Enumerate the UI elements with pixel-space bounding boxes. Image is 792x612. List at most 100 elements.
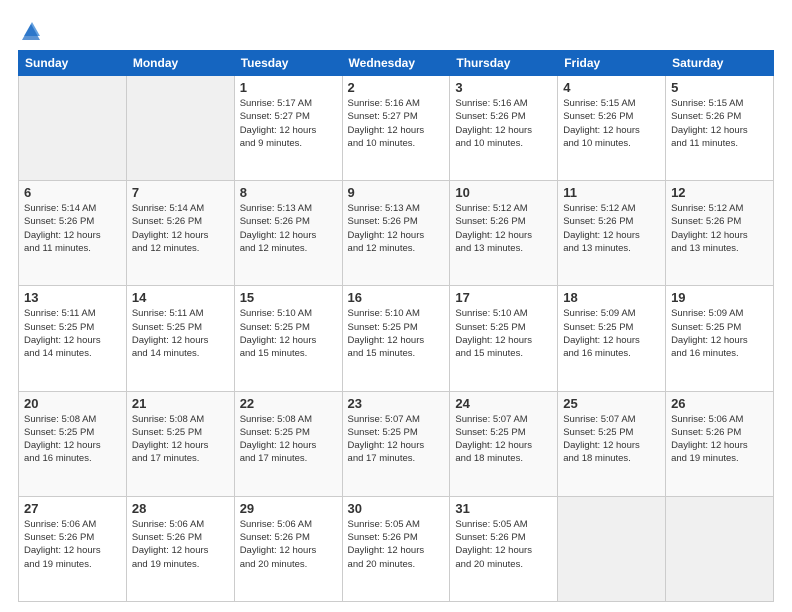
day-number: 20 [24,396,121,411]
day-number: 21 [132,396,229,411]
day-number: 30 [348,501,445,516]
day-number: 11 [563,185,660,200]
calendar-cell: 3 Sunrise: 5:16 AM Sunset: 5:26 PM Daylig… [450,76,558,181]
calendar-cell: 18 Sunrise: 5:09 AM Sunset: 5:25 PM Dayli… [558,286,666,391]
calendar-cell: 27Sunrise: 5:06 AM Sunset: 5:26 PM Dayli… [19,496,127,601]
day-info: Sunrise: 5:05 AM Sunset: 5:26 PM Dayligh… [348,518,445,571]
calendar-cell: 17Sunrise: 5:10 AM Sunset: 5:25 PM Dayli… [450,286,558,391]
calendar-cell: 20 Sunrise: 5:08 AM Sunset: 5:25 PM Dayli… [19,391,127,496]
day-info: Sunrise: 5:09 AM Sunset: 5:25 PM Dayligh… [671,307,768,360]
calendar-cell: 26 Sunrise: 5:06 AM Sunset: 5:26 PM Dayli… [666,391,774,496]
day-info: Sunrise: 5:14 AM Sunset: 5:26 PM Dayligh… [132,202,229,255]
day-number: 12 [671,185,768,200]
calendar-cell: 7 Sunrise: 5:14 AM Sunset: 5:26 PM Daylig… [126,181,234,286]
day-info: Sunrise: 5:07 AM Sunset: 5:25 PM Dayligh… [563,413,660,466]
calendar-cell: 23Sunrise: 5:07 AM Sunset: 5:25 PM Dayli… [342,391,450,496]
day-number: 5 [671,80,768,95]
calendar-cell: 5 Sunrise: 5:15 AM Sunset: 5:26 PM Daylig… [666,76,774,181]
day-info: Sunrise: 5:07 AM Sunset: 5:25 PM Dayligh… [455,413,552,466]
day-info: Sunrise: 5:13 AM Sunset: 5:26 PM Dayligh… [348,202,445,255]
day-number: 24 [455,396,552,411]
day-info: Sunrise: 5:06 AM Sunset: 5:26 PM Dayligh… [671,413,768,466]
day-info: Sunrise: 5:07 AM Sunset: 5:25 PM Dayligh… [348,413,445,466]
calendar-week-row: 27 Sunrise: 5:06 AM Sunset: 5:26 PM Dayli… [19,496,774,601]
day-number: 10 [455,185,552,200]
calendar-cell [558,496,666,601]
day-number: 1 [240,80,337,95]
day-info: Sunrise: 5:11 AM Sunset: 5:25 PM Dayligh… [132,307,229,360]
calendar-cell: 4 Sunrise: 5:15 AM Sunset: 5:26 PM Daylig… [558,76,666,181]
day-info: Sunrise: 5:10 AM Sunset: 5:25 PM Dayligh… [455,307,552,360]
day-info: Sunrise: 5:12 AM Sunset: 5:26 PM Dayligh… [563,202,660,255]
calendar-cell: 24 Sunrise: 5:07 AM Sunset: 5:25 PM Dayli… [450,391,558,496]
day-info: Sunrise: 5:06 AM Sunset: 5:26 PM Dayligh… [240,518,337,571]
logo [18,18,42,40]
day-number: 18 [563,290,660,305]
calendar-cell: 25 Sunrise: 5:07 AM Sunset: 5:25 PM Dayli… [558,391,666,496]
day-number: 4 [563,80,660,95]
day-info: Sunrise: 5:10 AM Sunset: 5:25 PM Dayligh… [348,307,445,360]
weekday-header: Thursday [450,51,558,76]
day-number: 27 [24,501,121,516]
calendar-cell [126,76,234,181]
calendar-cell: 11 Sunrise: 5:12 AM Sunset: 5:26 PM Dayli… [558,181,666,286]
day-number: 8 [240,185,337,200]
day-info: Sunrise: 5:16 AM Sunset: 5:26 PM Dayligh… [455,97,552,150]
page: SundayMondayTuesdayWednesdayThursdayFrid… [0,0,792,612]
day-number: 13 [24,290,121,305]
day-number: 3 [455,80,552,95]
day-info: Sunrise: 5:17 AM Sunset: 5:27 PM Dayligh… [240,97,337,150]
day-number: 15 [240,290,337,305]
calendar-cell: 30 Sunrise: 5:05 AM Sunset: 5:26 PM Dayli… [342,496,450,601]
day-info: Sunrise: 5:15 AM Sunset: 5:26 PM Dayligh… [563,97,660,150]
header [18,18,774,40]
calendar-header-row: SundayMondayTuesdayWednesdayThursdayFrid… [19,51,774,76]
calendar-cell: 21Sunrise: 5:08 AM Sunset: 5:25 PM Dayli… [126,391,234,496]
weekday-header: Sunday [19,51,127,76]
day-info: Sunrise: 5:12 AM Sunset: 5:26 PM Dayligh… [671,202,768,255]
calendar-table: SundayMondayTuesdayWednesdayThursdayFrid… [18,50,774,602]
day-number: 19 [671,290,768,305]
day-number: 28 [132,501,229,516]
day-info: Sunrise: 5:13 AM Sunset: 5:26 PM Dayligh… [240,202,337,255]
day-info: Sunrise: 5:08 AM Sunset: 5:25 PM Dayligh… [240,413,337,466]
calendar-cell: 13Sunrise: 5:11 AM Sunset: 5:25 PM Dayli… [19,286,127,391]
calendar-cell: 29 Sunrise: 5:06 AM Sunset: 5:26 PM Dayli… [234,496,342,601]
calendar-week-row: 20 Sunrise: 5:08 AM Sunset: 5:25 PM Dayli… [19,391,774,496]
calendar-cell [19,76,127,181]
day-number: 14 [132,290,229,305]
calendar-cell: 9 Sunrise: 5:13 AM Sunset: 5:26 PM Daylig… [342,181,450,286]
calendar-cell: 15Sunrise: 5:10 AM Sunset: 5:25 PM Dayli… [234,286,342,391]
logo-icon [20,18,42,40]
weekday-header: Monday [126,51,234,76]
day-info: Sunrise: 5:14 AM Sunset: 5:26 PM Dayligh… [24,202,121,255]
calendar-cell: 2Sunrise: 5:16 AM Sunset: 5:27 PM Daylig… [342,76,450,181]
weekday-header: Wednesday [342,51,450,76]
day-info: Sunrise: 5:08 AM Sunset: 5:25 PM Dayligh… [24,413,121,466]
weekday-header: Friday [558,51,666,76]
day-info: Sunrise: 5:12 AM Sunset: 5:26 PM Dayligh… [455,202,552,255]
calendar-cell: 10 Sunrise: 5:12 AM Sunset: 5:26 PM Dayli… [450,181,558,286]
calendar-week-row: 6 Sunrise: 5:14 AM Sunset: 5:26 PM Daylig… [19,181,774,286]
calendar-cell: 1 Sunrise: 5:17 AM Sunset: 5:27 PM Daylig… [234,76,342,181]
day-number: 31 [455,501,552,516]
day-number: 29 [240,501,337,516]
day-number: 22 [240,396,337,411]
day-number: 16 [348,290,445,305]
calendar-cell: 16 Sunrise: 5:10 AM Sunset: 5:25 PM Dayli… [342,286,450,391]
weekday-header: Tuesday [234,51,342,76]
day-number: 25 [563,396,660,411]
day-number: 6 [24,185,121,200]
day-number: 9 [348,185,445,200]
day-info: Sunrise: 5:16 AM Sunset: 5:27 PM Dayligh… [348,97,445,150]
calendar-week-row: 13 Sunrise: 5:11 AM Sunset: 5:25 PM Dayli… [19,286,774,391]
day-info: Sunrise: 5:05 AM Sunset: 5:26 PM Dayligh… [455,518,552,571]
calendar-cell: 8 Sunrise: 5:13 AM Sunset: 5:26 PM Daylig… [234,181,342,286]
day-number: 26 [671,396,768,411]
day-info: Sunrise: 5:09 AM Sunset: 5:25 PM Dayligh… [563,307,660,360]
calendar-cell: 28Sunrise: 5:06 AM Sunset: 5:26 PM Dayli… [126,496,234,601]
calendar-cell: 19 Sunrise: 5:09 AM Sunset: 5:25 PM Dayli… [666,286,774,391]
day-info: Sunrise: 5:15 AM Sunset: 5:26 PM Dayligh… [671,97,768,150]
day-number: 7 [132,185,229,200]
calendar-cell [666,496,774,601]
